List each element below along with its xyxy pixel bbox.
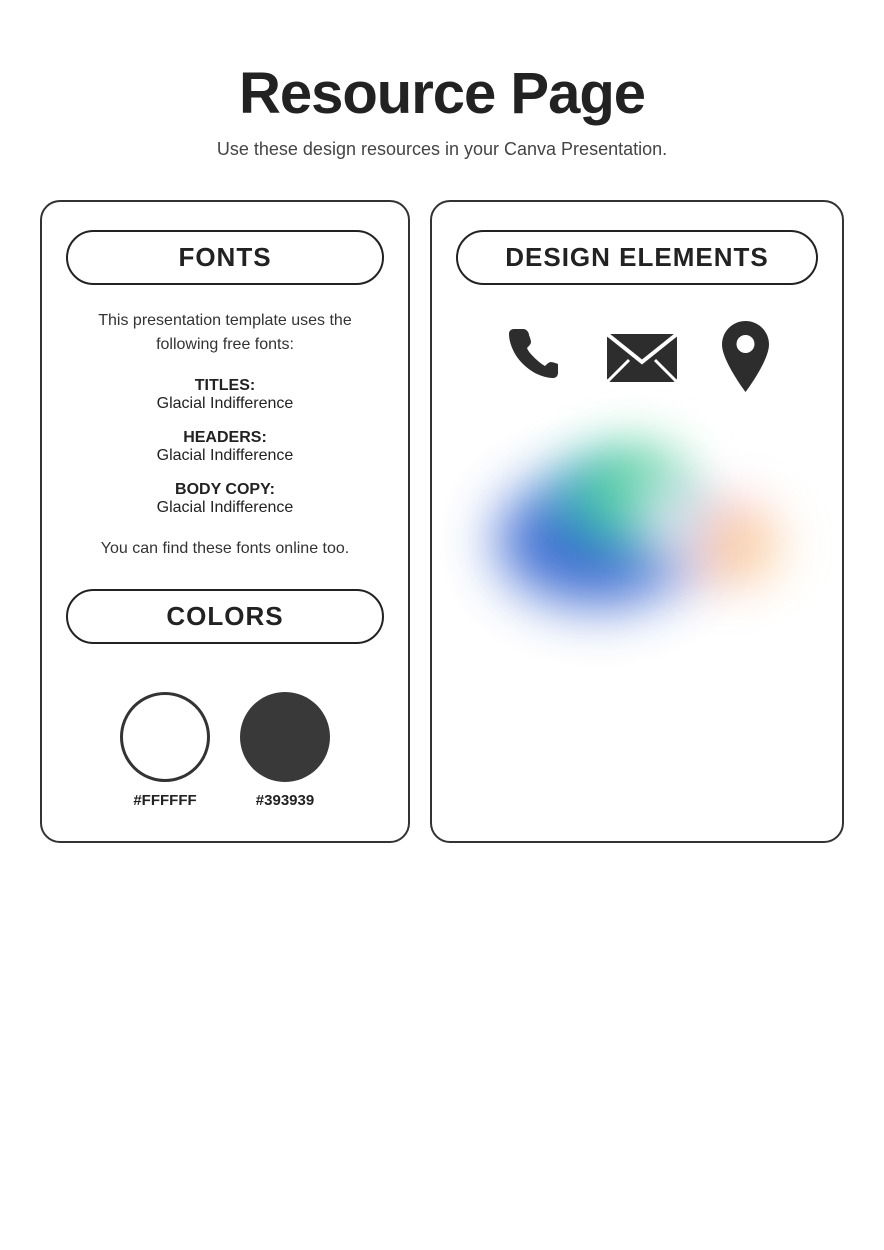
swatch-circle-white (120, 692, 210, 782)
fonts-footer: You can find these fonts online too. (101, 537, 349, 561)
swatch-circle-dark (240, 692, 330, 782)
font-label-titles: TITLES: (157, 377, 294, 395)
swatch-label-dark: #393939 (256, 792, 314, 809)
swatch-dark: #393939 (240, 692, 330, 809)
blob-white-center (637, 471, 707, 571)
colors-swatches: #FFFFFF #393939 (120, 692, 330, 809)
font-label-body: BODY COPY: (157, 481, 294, 499)
phone-icon (501, 324, 566, 389)
mail-icon (602, 324, 682, 389)
design-icons-row (501, 319, 773, 394)
font-label-headers: HEADERS: (157, 429, 294, 447)
swatch-label-white: #FFFFFF (133, 792, 196, 809)
font-entry-titles: TITLES: Glacial Indifference (157, 377, 294, 413)
location-icon (718, 319, 773, 394)
blob-decoration (477, 436, 797, 636)
font-entry-body: BODY COPY: Glacial Indifference (157, 481, 294, 517)
page-header: Resource Page Use these design resources… (217, 60, 667, 160)
cards-row: FONTS This presentation template uses th… (40, 200, 844, 843)
page-subtitle: Use these design resources in your Canva… (217, 139, 667, 160)
colors-badge-label: COLORS (166, 601, 283, 631)
fonts-badge: FONTS (66, 230, 384, 285)
design-badge: DESIGN ELEMENTS (456, 230, 818, 285)
font-entry-headers: HEADERS: Glacial Indifference (157, 429, 294, 465)
font-name-body: Glacial Indifference (157, 499, 294, 517)
right-card: DESIGN ELEMENTS (430, 200, 844, 843)
swatch-white: #FFFFFF (120, 692, 210, 809)
font-name-titles: Glacial Indifference (157, 395, 294, 413)
left-card: FONTS This presentation template uses th… (40, 200, 410, 843)
colors-section: COLORS #FFFFFF #393939 (66, 589, 384, 809)
fonts-badge-label: FONTS (178, 242, 271, 272)
font-name-headers: Glacial Indifference (157, 447, 294, 465)
page-title: Resource Page (217, 60, 667, 127)
design-badge-label: DESIGN ELEMENTS (505, 242, 768, 272)
fonts-description: This presentation template uses the foll… (66, 309, 384, 357)
blob-yellow (697, 516, 777, 576)
colors-badge: COLORS (66, 589, 384, 644)
